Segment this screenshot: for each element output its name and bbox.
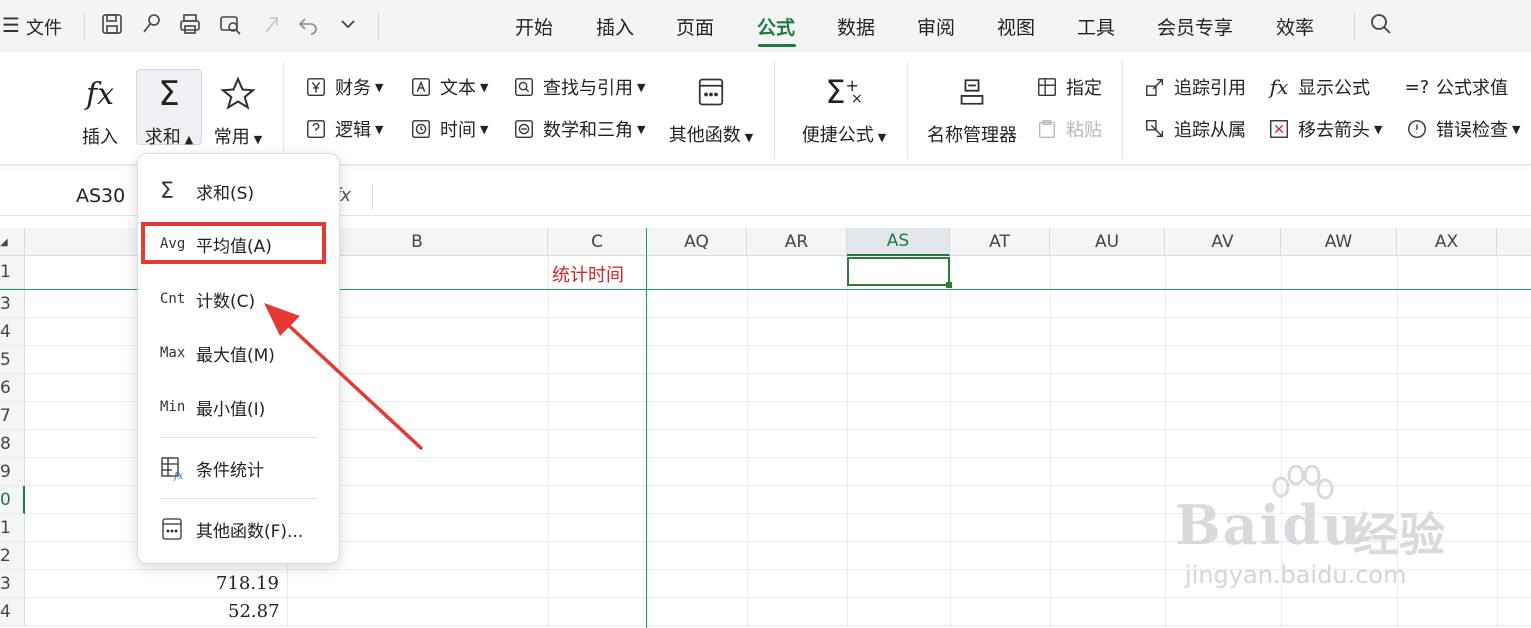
watermark-cn: 经验 bbox=[1353, 508, 1445, 562]
baidu-jingyan-watermark: Baidu 经验 jingyan.baidu.com bbox=[1175, 465, 1475, 595]
watermark-brand: Baidu bbox=[1175, 493, 1364, 557]
watermark-url: jingyan.baidu.com bbox=[1185, 561, 1407, 589]
